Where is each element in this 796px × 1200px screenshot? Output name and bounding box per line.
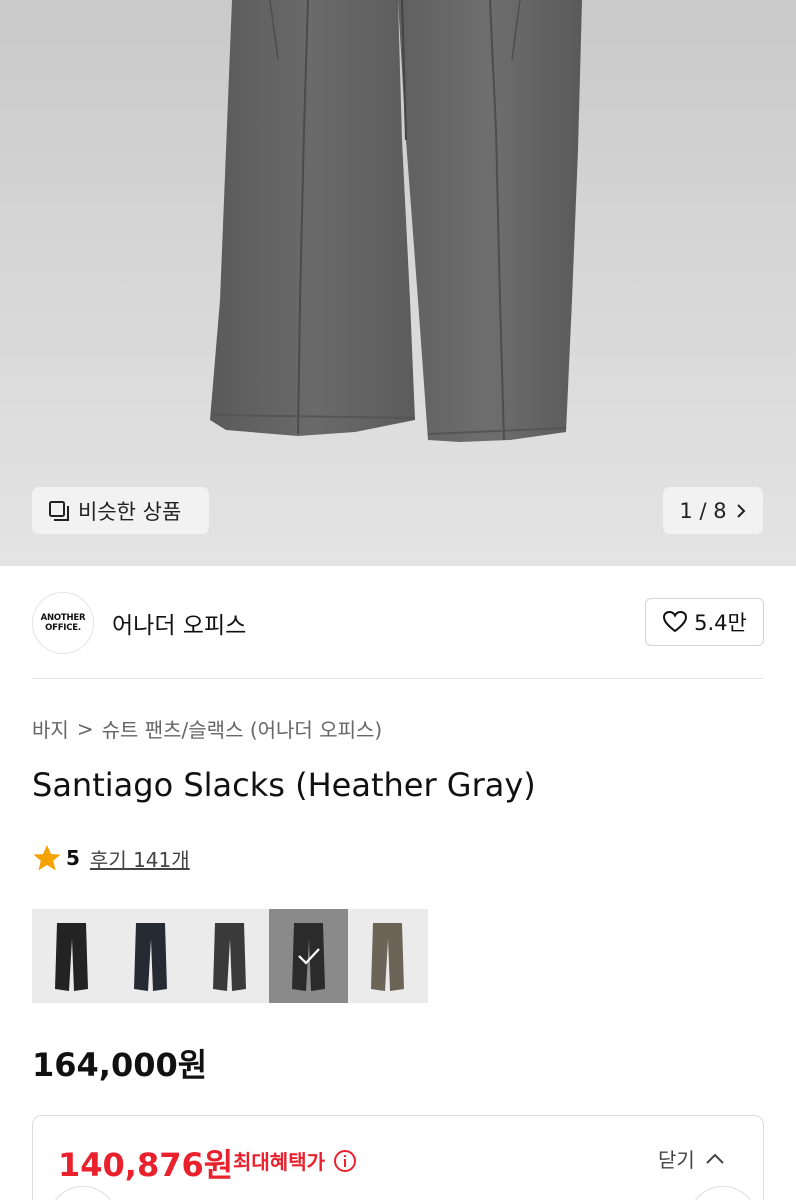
- brand-logo[interactable]: ANOTHER OFFICE.: [32, 592, 94, 654]
- swatch-black[interactable]: [32, 909, 111, 1003]
- divider: [32, 678, 764, 679]
- pants-photo: [210, 0, 582, 442]
- swatch-image: [213, 923, 246, 991]
- like-count: 5.4만: [694, 611, 747, 635]
- color-swatches: [32, 909, 428, 1003]
- benefit-label: 최대혜택가: [233, 1150, 325, 1174]
- benefit-price: 140,876원: [58, 1146, 234, 1184]
- benefit-label-row: 최대혜택가: [233, 1146, 357, 1175]
- collapse-button[interactable]: 닫기: [658, 1144, 725, 1173]
- swatch-image: [134, 923, 167, 991]
- breadcrumb: 바지 > 슈트 팬츠/슬랙스 (어나더 오피스): [32, 714, 382, 743]
- check-icon: [298, 948, 320, 965]
- coupon-circle-left: [48, 1186, 118, 1200]
- max-benefit-panel: 140,876원 최대혜택가 닫기: [32, 1115, 764, 1200]
- brand-logo-line1: ANOTHER: [40, 613, 86, 623]
- chevron-up-icon: [706, 1153, 724, 1164]
- similar-stack-icon: [49, 500, 69, 521]
- swatch-image: [371, 923, 404, 991]
- breadcrumb-level1[interactable]: 바지: [32, 714, 69, 743]
- similar-products-button[interactable]: 비슷한 상품: [32, 487, 209, 534]
- star-icon: [33, 845, 61, 871]
- collapse-label: 닫기: [658, 1148, 695, 1172]
- image-counter-button[interactable]: 1 / 8: [663, 487, 763, 534]
- info-icon[interactable]: [333, 1149, 357, 1173]
- product-price: 164,000원: [32, 1046, 208, 1084]
- swatch-heather-gray[interactable]: [269, 909, 348, 1003]
- brand-row[interactable]: ANOTHER OFFICE. 어나더 오피스 5.4만: [32, 592, 764, 656]
- chevron-right-icon: [736, 503, 745, 518]
- like-button[interactable]: 5.4만: [645, 598, 764, 646]
- rating-score: 5: [66, 846, 80, 870]
- rating[interactable]: 5 후기 141개: [32, 843, 190, 873]
- review-count-link[interactable]: 후기 141개: [90, 844, 190, 873]
- swatch-navy[interactable]: [111, 909, 190, 1003]
- swatch-charcoal[interactable]: [190, 909, 269, 1003]
- coupon-circle-right: [688, 1186, 758, 1200]
- breadcrumb-separator: >: [76, 716, 94, 741]
- brand-logo-line2: OFFICE.: [45, 623, 81, 633]
- heart-icon: [663, 610, 688, 633]
- product-image[interactable]: 비슷한 상품 1 / 8: [0, 0, 796, 566]
- product-title: Santiago Slacks (Heather Gray): [32, 766, 536, 804]
- image-counter: 1 / 8: [679, 498, 727, 523]
- swatch-image: [55, 923, 88, 991]
- brand-name[interactable]: 어나더 오피스: [112, 606, 246, 640]
- swatch-khaki[interactable]: [348, 909, 427, 1003]
- breadcrumb-level2[interactable]: 슈트 팬츠/슬랙스 (어나더 오피스): [102, 714, 383, 743]
- similar-products-label: 비슷한 상품: [78, 499, 182, 524]
